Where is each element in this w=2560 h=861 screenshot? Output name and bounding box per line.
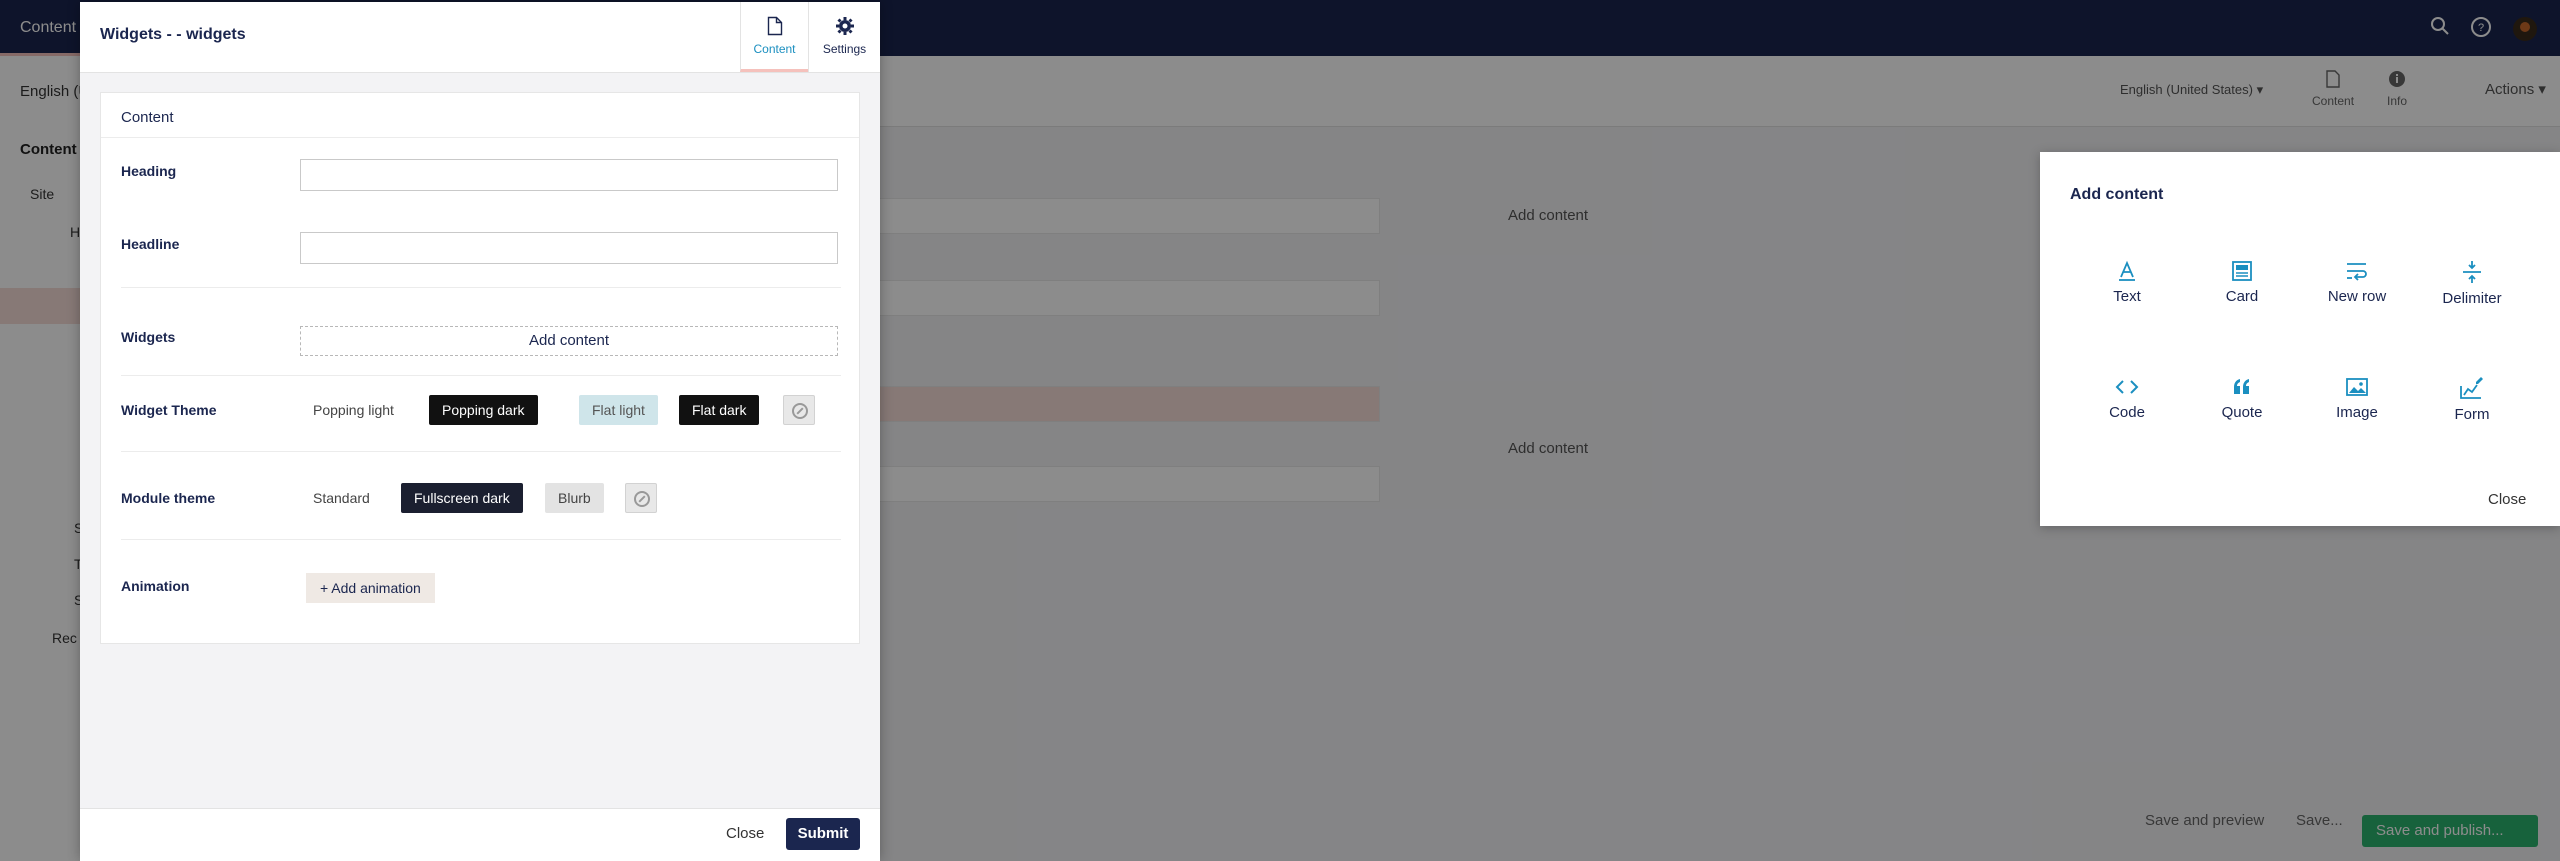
widget-theme-flat-light[interactable]: Flat light [579, 395, 658, 425]
add-delimiter-button[interactable]: Delimiter [2417, 260, 2527, 320]
add-image-button[interactable]: Image [2302, 376, 2412, 436]
widgets-add-content-button[interactable]: Add content [300, 326, 838, 356]
widgets-label: Widgets [121, 329, 176, 345]
divider [121, 287, 841, 288]
add-code-button[interactable]: Code [2072, 376, 2182, 436]
divider [121, 539, 841, 540]
module-theme-standard[interactable]: Standard [313, 483, 370, 513]
tab-content[interactable]: Content [740, 2, 808, 72]
module-theme-label: Module theme [121, 490, 216, 506]
quote-icon [2234, 379, 2249, 394]
widget-theme-flat-dark[interactable]: Flat dark [679, 395, 760, 425]
heading-label: Heading [121, 163, 177, 179]
divider [121, 375, 841, 376]
new-row-icon [2347, 263, 2367, 281]
add-text-button[interactable]: Text [2072, 260, 2182, 320]
image-icon [2346, 378, 2368, 396]
text-icon [2119, 260, 2135, 281]
module-theme-reset-button[interactable] [625, 483, 657, 513]
content-panel: Content Heading Headline Widgets Add con… [100, 92, 860, 644]
form-icon [2460, 377, 2483, 399]
add-animation-button[interactable]: + Add animation [306, 573, 435, 603]
reset-icon [792, 403, 808, 419]
popover-close-button[interactable]: Close [2488, 491, 2526, 508]
add-quote-button[interactable]: Quote [2187, 376, 2297, 436]
delimiter-icon [2463, 261, 2481, 283]
widgets-modal: Widgets - - widgets Content Settings Con… [80, 2, 880, 861]
plus-icon: + [320, 580, 332, 596]
document-icon [767, 16, 782, 36]
popover-title: Add content [2070, 186, 2164, 203]
tab-settings-label: Settings [822, 42, 867, 56]
add-animation-label: Add animation [331, 580, 421, 596]
card-icon [2232, 261, 2252, 281]
add-card-button[interactable]: Card [2187, 260, 2297, 320]
tab-content-label: Content [753, 42, 796, 56]
widget-theme-popping-light[interactable]: Popping light [313, 395, 394, 425]
widget-theme-label: Widget Theme [121, 402, 217, 418]
module-theme-blurb[interactable]: Blurb [545, 483, 604, 513]
headline-input[interactable] [300, 232, 838, 264]
reset-icon [634, 491, 650, 507]
modal-footer: Close Submit [80, 808, 880, 861]
modal-header: Widgets - - widgets Content Settings [80, 2, 880, 73]
modal-title: Widgets - - widgets [100, 26, 246, 43]
divider [121, 451, 841, 452]
module-theme-fullscreen-dark[interactable]: Fullscreen dark [401, 483, 523, 513]
widget-theme-reset-button[interactable] [783, 395, 815, 425]
close-button[interactable]: Close [726, 825, 764, 842]
section-title: Content [121, 109, 174, 126]
heading-input[interactable] [300, 159, 838, 191]
divider [101, 137, 859, 138]
add-new-row-button[interactable]: New row [2302, 260, 2412, 320]
tab-settings[interactable]: Settings [808, 2, 880, 72]
submit-button[interactable]: Submit [786, 818, 860, 850]
add-form-button[interactable]: Form [2417, 376, 2527, 436]
add-content-popover: Add content Text Card New row Delimiter … [2040, 152, 2560, 526]
animation-label: Animation [121, 578, 190, 594]
gear-icon [835, 17, 854, 35]
headline-label: Headline [121, 236, 180, 252]
code-icon [2115, 380, 2139, 394]
widget-theme-popping-dark[interactable]: Popping dark [429, 395, 538, 425]
